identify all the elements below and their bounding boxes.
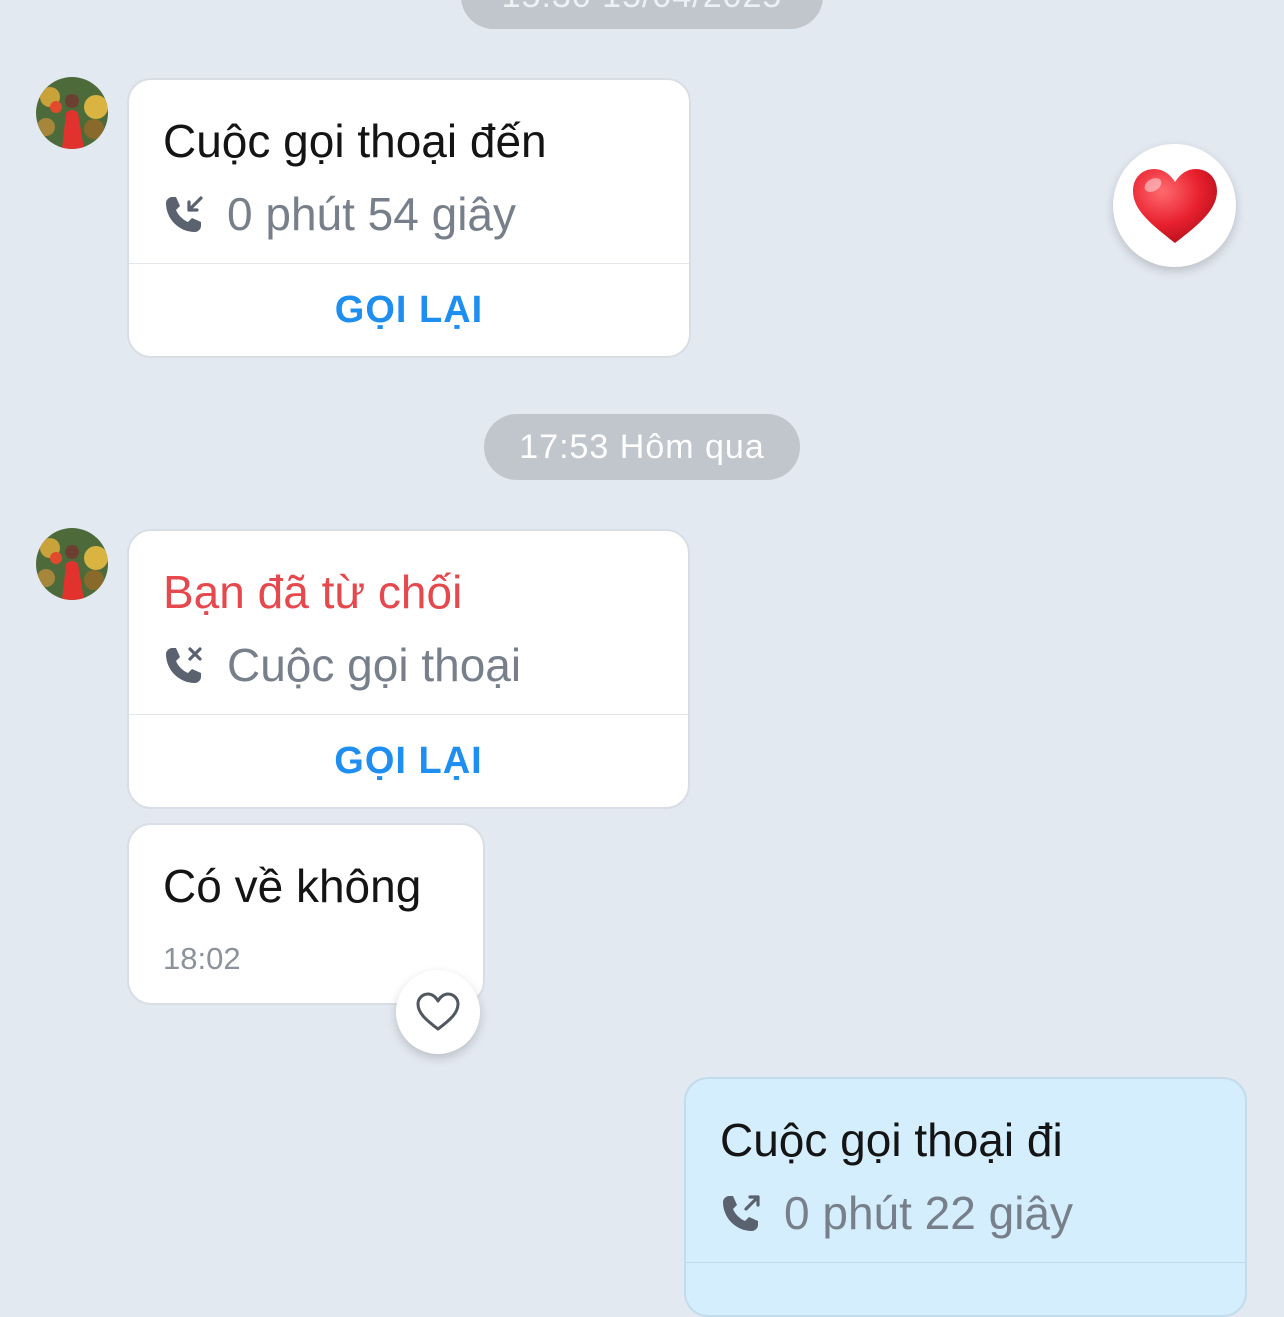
call-duration: 0 phút 54 giây	[227, 188, 517, 240]
heart-filled-icon	[1132, 168, 1217, 243]
rejected-call-bubble[interactable]: Bạn đã từ chối Cuộc gọi thoại GỌI LẠI	[127, 529, 690, 809]
timestamp-text: 17:53 Hôm qua	[519, 428, 765, 466]
message-text: Có về không	[163, 860, 422, 912]
timestamp-separator: 17:53 Hôm qua	[484, 414, 800, 480]
call-back-button[interactable]: GỌI LẠI	[129, 715, 688, 807]
outgoing-call-icon	[723, 1195, 760, 1231]
incoming-call-bubble[interactable]: Cuộc gọi thoại đến 0 phút 54 giây GỌI LẠ…	[127, 78, 691, 358]
call-title: Cuộc gọi thoại đến	[163, 115, 547, 167]
call-detail-row: Cuộc gọi thoại	[163, 637, 521, 693]
avatar-photo	[36, 528, 108, 600]
call-back-button[interactable]: GỌI LẠI	[129, 264, 689, 356]
heart-outline-icon	[416, 992, 460, 1031]
call-type: Cuộc gọi thoại	[227, 639, 522, 691]
avatar-photo	[36, 77, 108, 149]
call-detail-row: 0 phút 22 giây	[720, 1185, 1073, 1241]
message-time: 18:02	[163, 941, 241, 976]
react-button[interactable]	[396, 970, 480, 1054]
incoming-call-icon	[166, 196, 203, 232]
call-duration: 0 phút 22 giây	[784, 1187, 1074, 1239]
declined-call-icon	[166, 647, 202, 683]
timestamp-text: 15:30 15/04/2025	[502, 0, 783, 15]
call-title: Cuộc gọi thoại đi	[720, 1114, 1063, 1166]
outgoing-call-bubble[interactable]: Cuộc gọi thoại đi 0 phút 22 giây	[684, 1077, 1247, 1317]
contact-avatar[interactable]	[36, 77, 108, 149]
timestamp-separator: 15:30 15/04/2025	[461, 0, 823, 29]
call-detail-row: 0 phút 54 giây	[163, 186, 516, 242]
heart-reaction[interactable]	[1113, 144, 1236, 267]
call-title: Bạn đã từ chối	[163, 566, 463, 618]
bubble-divider	[686, 1262, 1245, 1263]
contact-avatar[interactable]	[36, 528, 108, 600]
